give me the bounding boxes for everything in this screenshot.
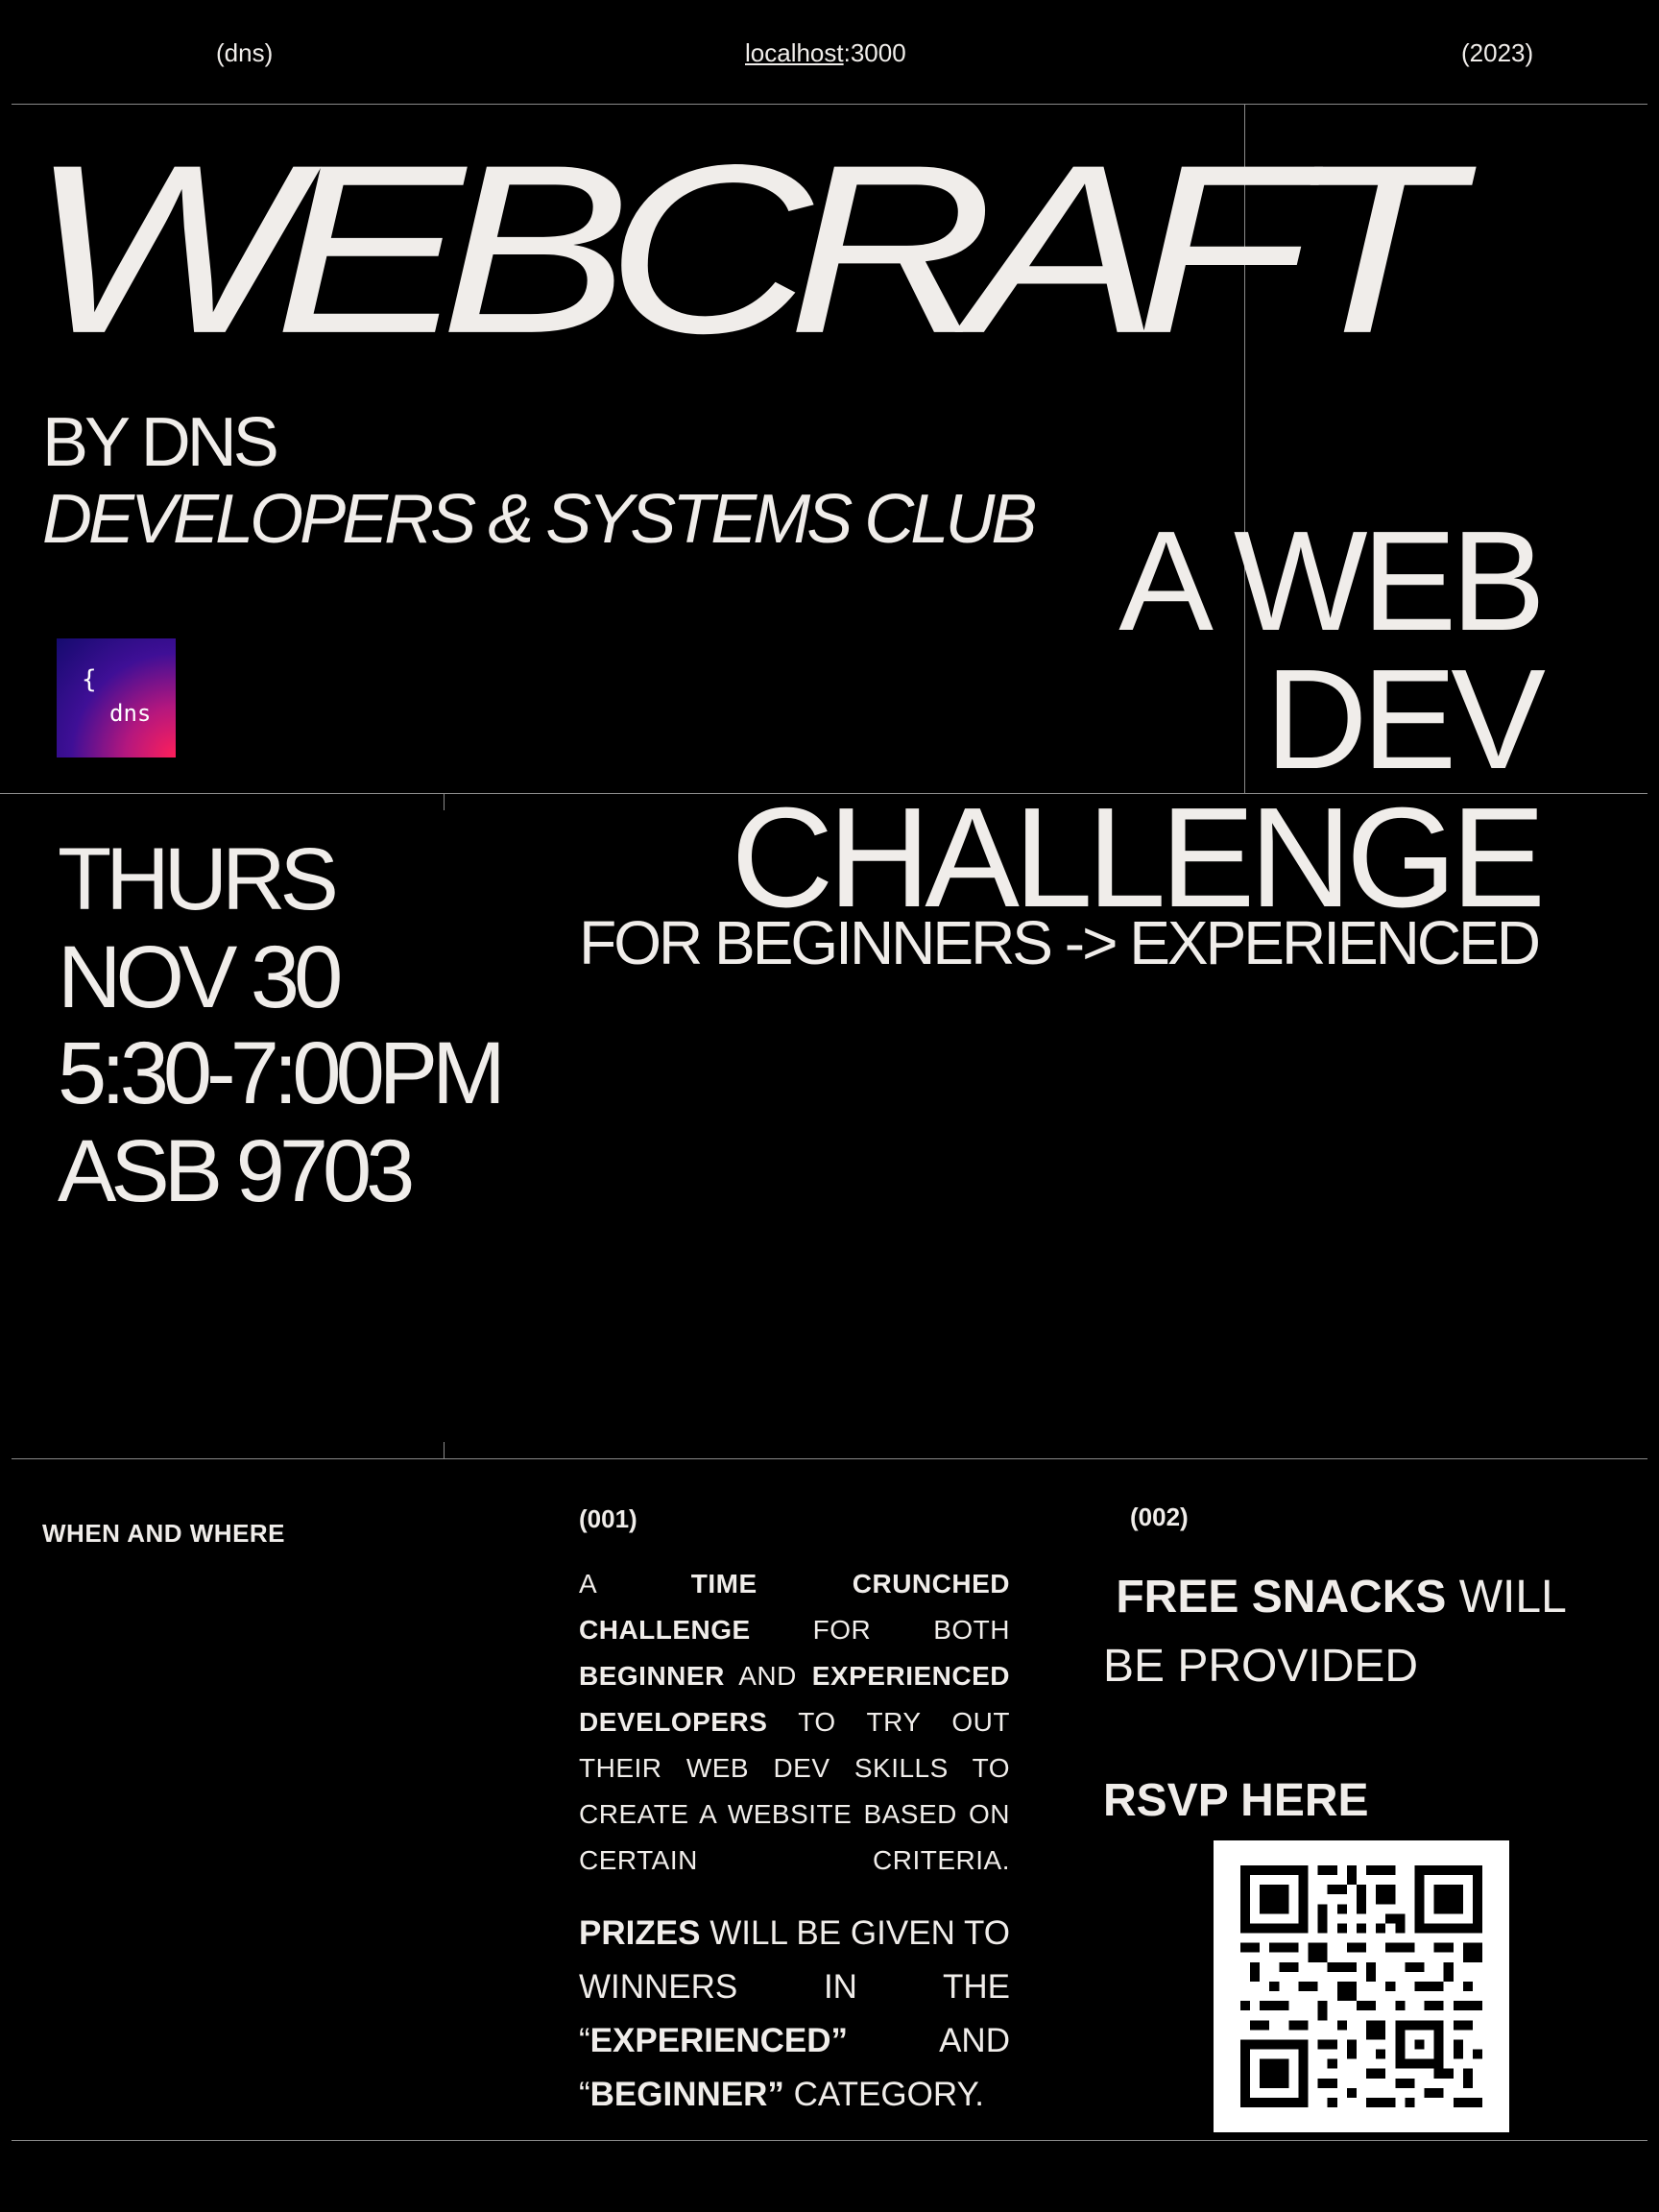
qr-code-icon[interactable] <box>1214 1840 1509 2132</box>
logo-brace: { <box>82 665 97 694</box>
page-title: WEBCRAFT <box>29 114 1459 384</box>
logo-name: dns <box>109 700 152 727</box>
host-port: :3000 <box>843 38 906 67</box>
club-name: DEVELOPERS & SYSTEMS CLUB <box>42 481 1037 558</box>
rule-tick-bottom <box>444 1442 445 1459</box>
host-link[interactable]: localhost <box>745 38 844 67</box>
tagline-subtitle: FOR BEGINNERS -> EXPERIENCED <box>579 908 1541 977</box>
rsvp-heading: RSVP HERE <box>1103 1775 1369 1826</box>
rule-tick-top <box>444 793 445 810</box>
event-date: NOV 30 <box>58 928 343 1026</box>
event-day: THURS <box>58 830 339 928</box>
event-location: ASB 9703 <box>58 1122 415 1220</box>
item-002-number: (002) <box>1130 1503 1189 1531</box>
snacks-bold: FREE SNACKS <box>1116 1572 1447 1623</box>
tagline-line-2: DEV <box>1264 640 1546 799</box>
event-time: 5:30-7:00PM <box>58 1024 506 1122</box>
tagline-line-1: A WEB <box>1118 502 1546 661</box>
snacks-notice: FREE SNACKS WILL BE PROVIDED <box>1103 1563 1622 1701</box>
item-001-number: (001) <box>579 1504 637 1533</box>
rule-bottom <box>12 2140 1647 2141</box>
header-host[interactable]: localhost:3000 <box>745 38 906 68</box>
rule-top <box>12 104 1647 105</box>
header-year: (2023) <box>1461 38 1534 67</box>
by-line: BY DNS <box>42 404 279 481</box>
rule-lower <box>12 1458 1647 1459</box>
header-dns: (dns) <box>216 38 274 67</box>
dns-logo-icon: { dns <box>57 638 176 757</box>
challenge-description: A TIME CRUNCHED CHALLENGE FOR BOTH BEGIN… <box>579 1569 1010 1875</box>
prizes-description: PRIZES WILL BE GIVEN TO WINNERS IN THE “… <box>579 1914 1010 2113</box>
when-where-heading: WHEN AND WHERE <box>42 1519 286 1548</box>
